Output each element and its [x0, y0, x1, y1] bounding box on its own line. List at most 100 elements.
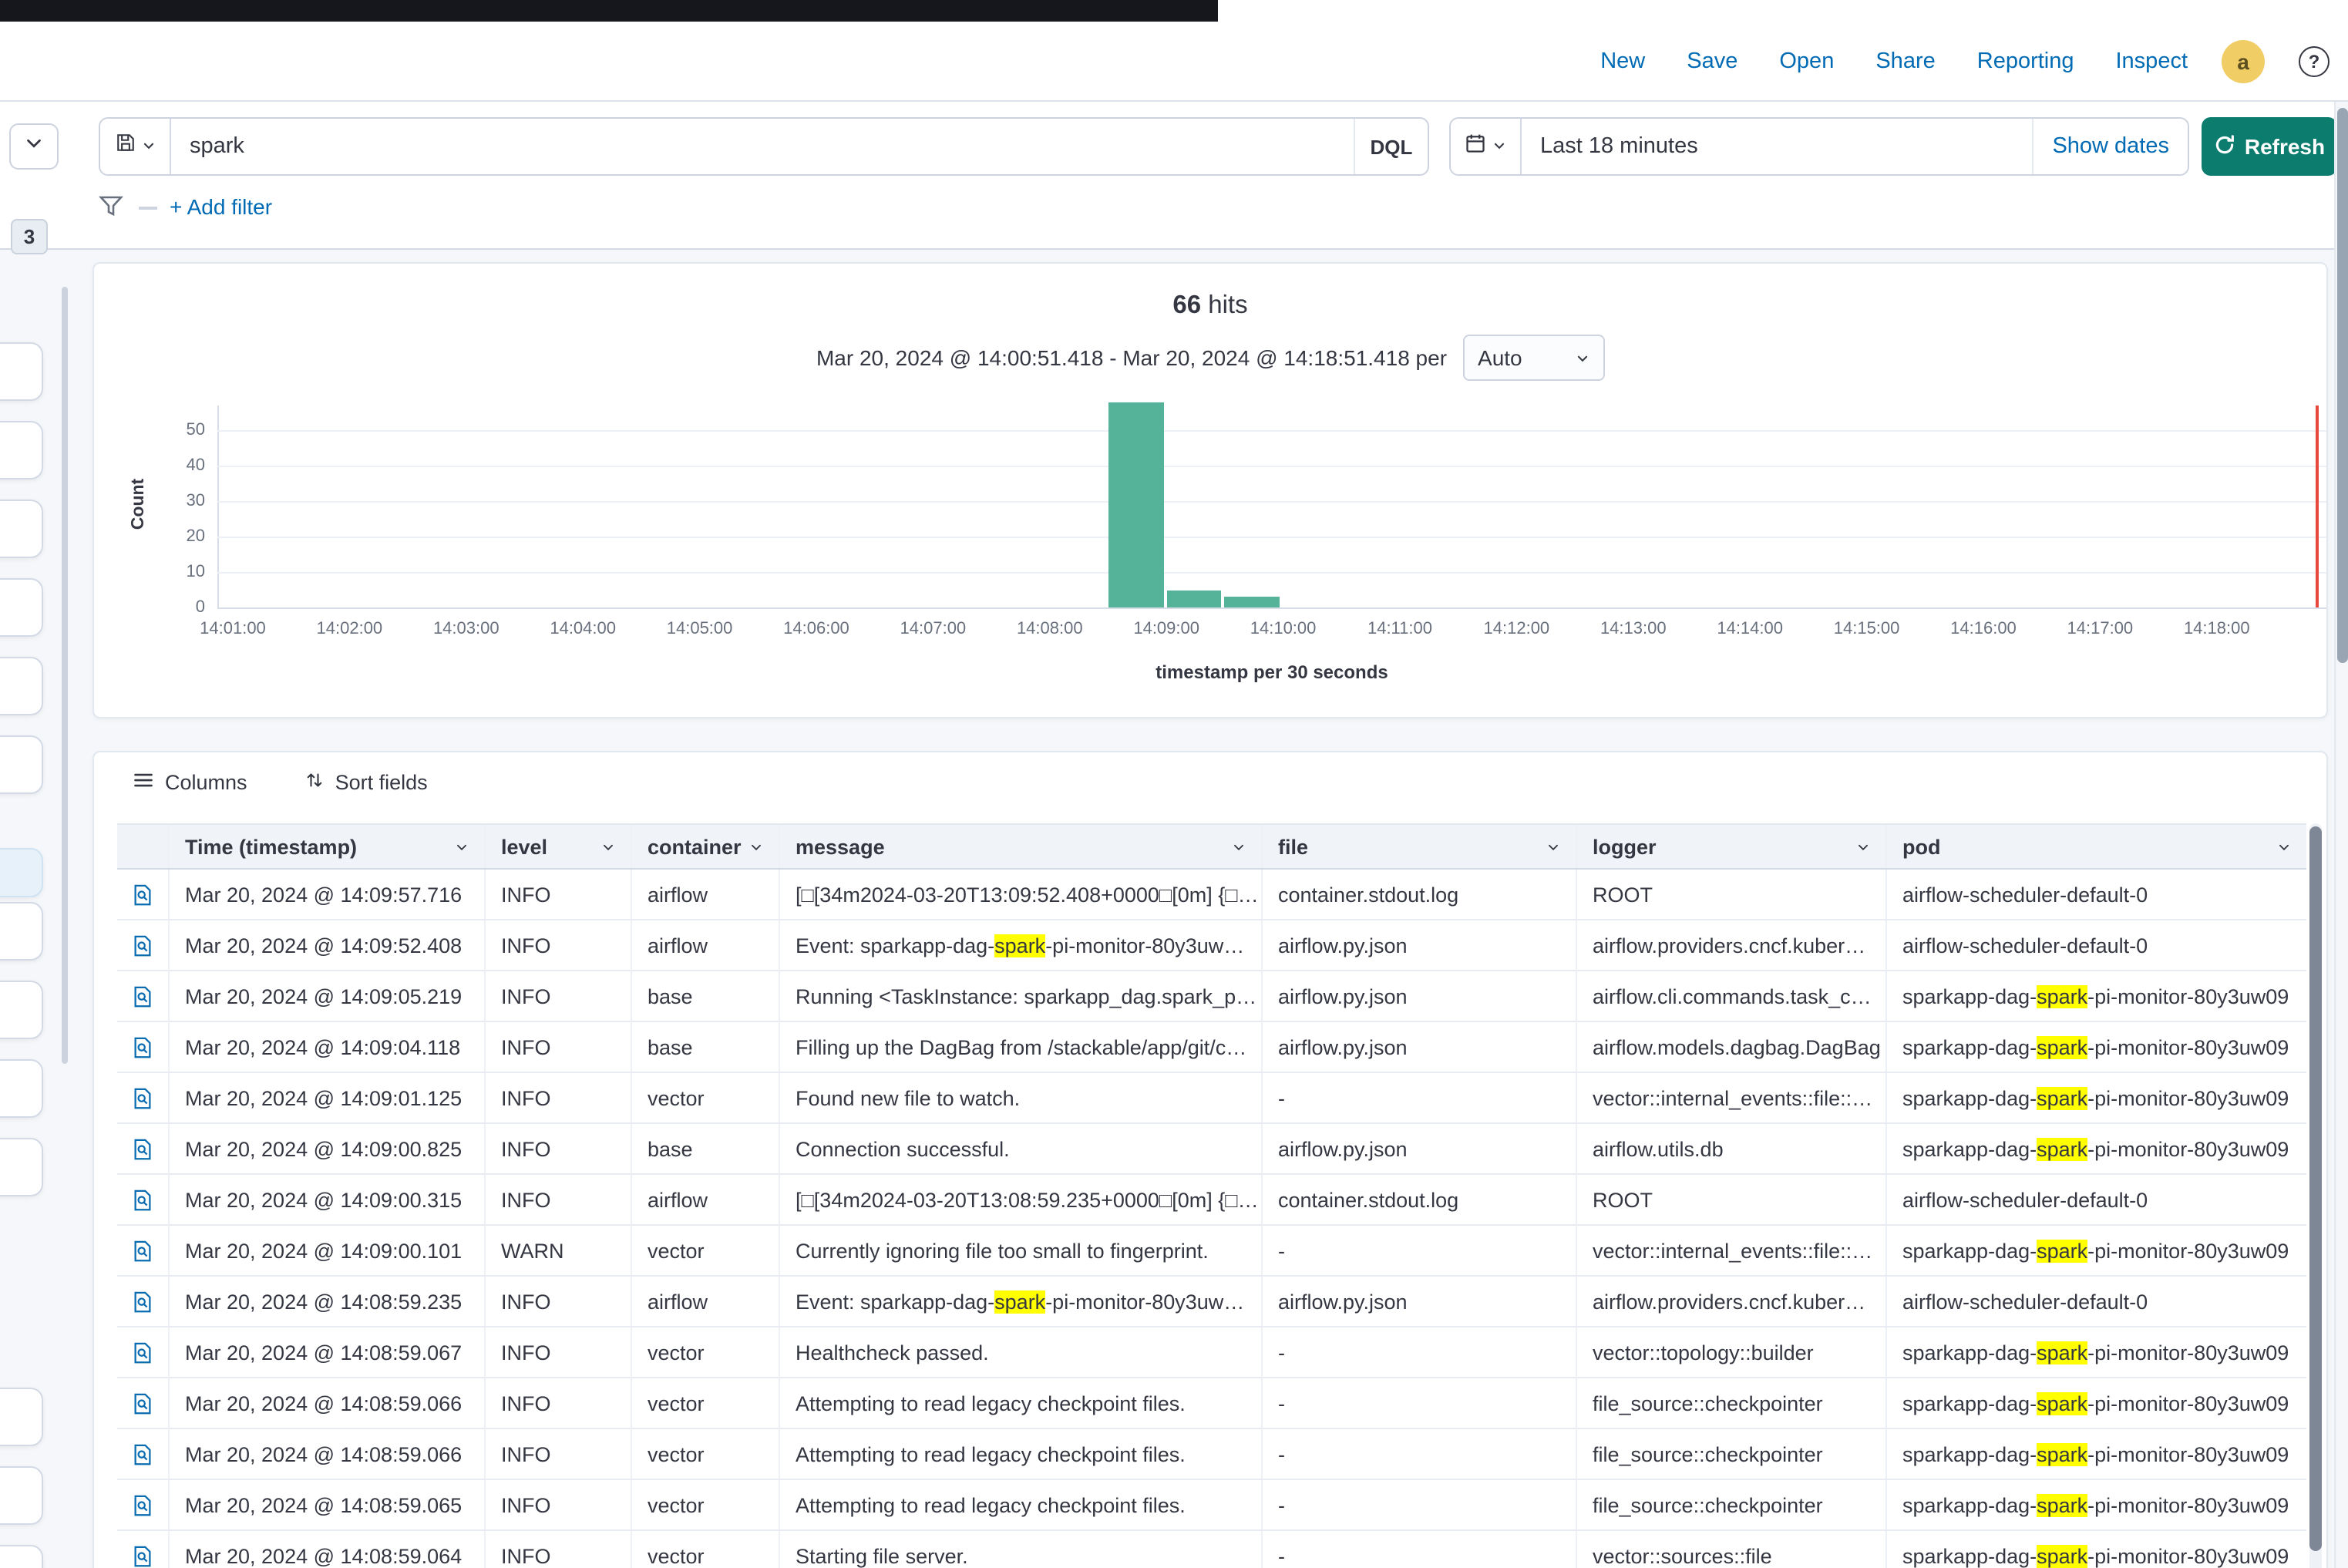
nav-open[interactable]: Open	[1779, 49, 1834, 73]
inspect-document-button[interactable]	[117, 1073, 170, 1122]
pod-cell: airflow-scheduler-default-0	[1887, 1277, 2306, 1326]
level-cell: INFO	[486, 1022, 632, 1072]
time-cell: Mar 20, 2024 @ 14:08:59.066	[170, 1378, 486, 1428]
chevron-down-icon	[25, 133, 43, 160]
query-language-button[interactable]: DQL	[1354, 119, 1428, 174]
histogram-bar[interactable]	[1166, 590, 1222, 607]
logger-cell: vector::topology::builder	[1577, 1327, 1887, 1377]
help-icon[interactable]: ?	[2299, 45, 2329, 76]
pod-cell: airflow-scheduler-default-0	[1887, 1175, 2306, 1224]
show-dates-button[interactable]: Show dates	[2032, 119, 2188, 174]
table-scrollbar-thumb[interactable]	[2309, 826, 2322, 1551]
add-filter-button[interactable]: + Add filter	[170, 194, 272, 219]
field-pill[interactable]	[0, 1138, 43, 1196]
inspect-document-button[interactable]	[117, 1277, 170, 1326]
page-scrollbar[interactable]	[2334, 102, 2348, 1568]
table-body: Mar 20, 2024 @ 14:09:57.716INFOairflow[□…	[117, 870, 2306, 1568]
column-header-time-timestamp[interactable]: Time (timestamp)	[170, 825, 486, 868]
inspect-document-button[interactable]	[117, 1022, 170, 1072]
column-header-container[interactable]: container	[632, 825, 780, 868]
columns-button[interactable]: Columns	[133, 769, 247, 796]
field-pill[interactable]	[0, 902, 43, 961]
field-pill[interactable]	[0, 657, 43, 715]
inspect-document-button[interactable]	[117, 1124, 170, 1173]
field-pill[interactable]	[0, 578, 43, 637]
document-row: Mar 20, 2024 @ 14:08:59.066INFOvectorAtt…	[117, 1378, 2306, 1429]
field-pill[interactable]	[0, 1059, 43, 1118]
field-pill[interactable]	[0, 1466, 43, 1525]
inspect-document-button[interactable]	[117, 1429, 170, 1479]
field-pill[interactable]	[0, 342, 43, 401]
column-header-logger[interactable]: logger	[1577, 825, 1887, 868]
current-time-marker	[2316, 405, 2319, 607]
time-range-value[interactable]: Last 18 minutes	[1522, 119, 1717, 174]
column-header-file[interactable]: file	[1263, 825, 1577, 868]
file-cell: -	[1263, 1073, 1577, 1122]
field-pill[interactable]	[0, 735, 43, 794]
inspect-document-button[interactable]	[117, 870, 170, 919]
level-cell: INFO	[486, 1073, 632, 1122]
field-pill[interactable]	[0, 1545, 43, 1568]
level-cell: INFO	[486, 1277, 632, 1326]
calendar-menu-button[interactable]	[1451, 119, 1522, 174]
time-cell: Mar 20, 2024 @ 14:08:59.235	[170, 1277, 486, 1326]
nav-new[interactable]: New	[1600, 49, 1645, 73]
inspect-document-button[interactable]	[117, 971, 170, 1021]
field-pill[interactable]	[0, 421, 43, 479]
file-cell: -	[1263, 1226, 1577, 1275]
field-pill[interactable]	[0, 981, 43, 1039]
x-axis-tick-label: 14:07:00	[886, 620, 979, 638]
inspect-document-button[interactable]	[117, 1531, 170, 1568]
refresh-button[interactable]: Refresh	[2202, 117, 2337, 176]
container-cell: airflow	[632, 1277, 780, 1326]
sidebar-collapse-button[interactable]	[9, 123, 59, 170]
y-axis-tick-label: 10	[146, 563, 205, 581]
nav-reporting[interactable]: Reporting	[1977, 49, 2074, 73]
x-axis-tick-label: 14:05:00	[654, 620, 746, 638]
column-header-level[interactable]: level	[486, 825, 632, 868]
gridline	[217, 430, 2326, 432]
calendar-icon	[1465, 132, 1486, 161]
document-row: Mar 20, 2024 @ 14:08:59.064INFOvectorSta…	[117, 1531, 2306, 1568]
logger-cell: vector::internal_events::file::…	[1577, 1073, 1887, 1122]
gridline	[217, 537, 2326, 538]
time-cell: Mar 20, 2024 @ 14:08:59.067	[170, 1327, 486, 1377]
container-cell: vector	[632, 1531, 780, 1568]
logger-cell: airflow.cli.commands.task_c…	[1577, 971, 1887, 1021]
table-scrollbar[interactable]	[2309, 823, 2322, 1568]
time-range-text: Mar 20, 2024 @ 14:00:51.418 - Mar 20, 20…	[816, 345, 1447, 370]
histogram-bar[interactable]	[1108, 402, 1164, 607]
message-cell: Attempting to read legacy checkpoint fil…	[780, 1480, 1263, 1529]
inspect-document-button[interactable]	[117, 920, 170, 970]
message-cell: Currently ignoring file too small to fin…	[780, 1226, 1263, 1275]
document-row: Mar 20, 2024 @ 14:08:59.065INFOvectorAtt…	[117, 1480, 2306, 1531]
interval-select[interactable]: Auto	[1462, 335, 1604, 381]
saved-query-menu-button[interactable]	[100, 119, 171, 174]
page-scrollbar-thumb[interactable]	[2337, 108, 2348, 663]
inspect-document-button[interactable]	[117, 1378, 170, 1428]
nav-share[interactable]: Share	[1875, 49, 1935, 73]
avatar[interactable]: a	[2222, 39, 2265, 82]
histogram-bar[interactable]	[1225, 597, 1280, 607]
refresh-label: Refresh	[2245, 134, 2325, 159]
logger-cell: file_source::checkpointer	[1577, 1429, 1887, 1479]
nav-inspect[interactable]: Inspect	[2116, 49, 2188, 73]
sort-fields-button[interactable]: Sort fields	[306, 769, 428, 796]
date-picker: Last 18 minutes Show dates	[1449, 117, 2189, 176]
inspect-document-button[interactable]	[117, 1175, 170, 1224]
inspect-document-button[interactable]	[117, 1480, 170, 1529]
column-header-message[interactable]: message	[780, 825, 1263, 868]
field-pill-selected[interactable]	[0, 848, 43, 897]
field-pill[interactable]	[0, 500, 43, 558]
field-pill[interactable]	[0, 1388, 43, 1446]
refresh-icon	[2214, 133, 2235, 160]
column-header-control	[117, 825, 170, 868]
message-cell: [□[34m2024-03-20T13:09:52.408+0000□[0m] …	[780, 870, 1263, 919]
search-input[interactable]	[171, 119, 1354, 174]
inspect-document-button[interactable]	[117, 1327, 170, 1377]
sidebar-scrollbar[interactable]	[62, 287, 68, 1064]
inspect-document-button[interactable]	[117, 1226, 170, 1275]
nav-save[interactable]: Save	[1687, 49, 1737, 73]
x-axis-tick-label: 14:17:00	[2054, 620, 2146, 638]
column-header-pod[interactable]: pod	[1887, 825, 2306, 868]
